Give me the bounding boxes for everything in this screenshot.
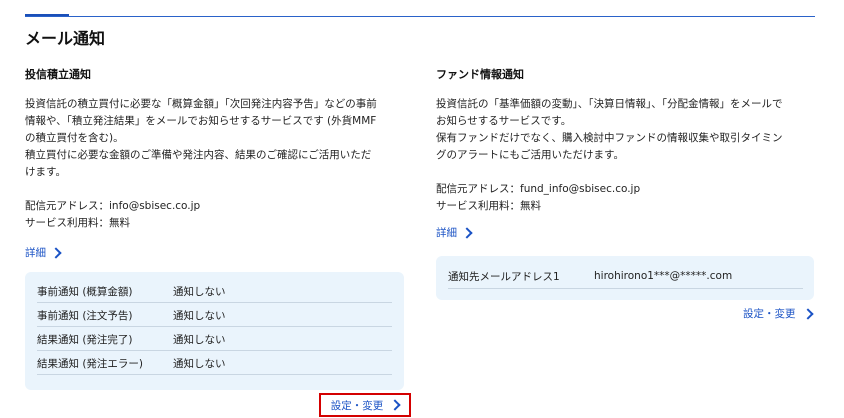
- settings-row: 事前通知 (注文予告) 通知しない: [37, 304, 392, 327]
- chevron-right-icon: [389, 399, 401, 411]
- section-description: 投資信託の積立買付に必要な「概算金額」「次回発注内容予告」などの事前 情報や、「…: [25, 96, 405, 181]
- settings-row: 結果通知 (発注完了) 通知しない: [37, 328, 392, 351]
- settings-row: 結果通知 (発注エラー) 通知しない: [37, 352, 392, 375]
- section-description: 投資信託の「基準価額の変動」、「決算日情報」、「分配金情報」をメールで お知らせ…: [436, 96, 816, 164]
- description-line: グのアラートにもご活用いただけます。: [436, 149, 624, 161]
- email-value: hirohirono1***@*****.com: [594, 270, 733, 282]
- description-line: お知らせするサービスです。: [436, 115, 572, 127]
- settings-row-label: 事前通知 (概算金額): [37, 285, 133, 298]
- sender-address: 配信元アドレス：info@sbisec.co.jp: [25, 200, 201, 212]
- detail-link-label: 詳細: [436, 227, 457, 239]
- email-label: 通知先メールアドレス1: [448, 270, 560, 283]
- section-title: 投信積立通知: [25, 68, 91, 81]
- settings-row-value: 通知しない: [173, 333, 226, 346]
- detail-link[interactable]: 詳細: [25, 245, 62, 260]
- settings-row-value: 通知しない: [173, 357, 226, 370]
- title-divider: [25, 16, 815, 17]
- chevron-right-icon: [50, 246, 62, 259]
- service-info: 配信元アドレス：info@sbisec.co.jp サービス利用料：無料: [25, 198, 405, 232]
- section-title: ファンド情報通知: [436, 68, 524, 81]
- chevron-right-icon: [461, 226, 473, 239]
- detail-link[interactable]: 詳細: [436, 225, 473, 240]
- notification-settings-panel: 事前通知 (概算金額) 通知しない 事前通知 (注文予告) 通知しない 結果通知…: [25, 272, 404, 390]
- fund-info-notice-section: ファンド情報通知 投資信託の「基準価額の変動」、「決算日情報」、「分配金情報」を…: [436, 66, 816, 240]
- page-title: メール通知: [25, 29, 106, 48]
- notification-email-panel: 通知先メールアドレス1 hirohirono1***@*****.com: [436, 256, 814, 300]
- description-line: の積立買付を含む)。: [25, 132, 124, 144]
- settings-row-label: 結果通知 (発注完了): [37, 333, 133, 346]
- settings-row-label: 結果通知 (発注エラー): [37, 357, 144, 370]
- description-line: 投資信託の「基準価額の変動」、「決算日情報」、「分配金情報」をメールで: [436, 98, 783, 110]
- description-line: けます。: [25, 166, 66, 178]
- accumulation-settings-change-button[interactable]: 設定・変更: [319, 393, 411, 417]
- settings-row-value: 通知しない: [173, 309, 226, 322]
- service-info: 配信元アドレス：fund_info@sbisec.co.jp サービス利用料：無…: [436, 181, 816, 215]
- fund-accumulation-notice-section: 投信積立通知 投資信託の積立買付に必要な「概算金額」「次回発注内容予告」などの事…: [25, 66, 405, 260]
- service-fee: サービス利用料：無料: [436, 200, 541, 212]
- settings-change-label: 設定・変更: [743, 308, 796, 320]
- sender-address: 配信元アドレス：fund_info@sbisec.co.jp: [436, 183, 641, 195]
- description-line: 保有ファンドだけでなく、購入検討中ファンドの情報収集や取引タイミン: [436, 132, 783, 144]
- description-line: 投資信託の積立買付に必要な「概算金額」「次回発注内容予告」などの事前: [25, 98, 377, 110]
- settings-row-value: 通知しない: [173, 285, 226, 298]
- service-fee: サービス利用料：無料: [25, 217, 130, 229]
- email-row: 通知先メールアドレス1 hirohirono1***@*****.com: [448, 264, 803, 289]
- settings-row-label: 事前通知 (注文予告): [37, 309, 133, 322]
- detail-link-label: 詳細: [25, 247, 46, 259]
- description-line: 情報や、「積立発注結果」をメールでお知らせするサービスです (外貨MMF: [25, 115, 377, 127]
- chevron-right-icon: [801, 307, 814, 320]
- fund-info-settings-change-button[interactable]: 設定・変更: [743, 306, 814, 321]
- settings-change-label: 設定・変更: [330, 399, 384, 412]
- description-line: 積立買付に必要な金額のご準備や発注内容、結果のご確認にご活用いただ: [25, 149, 372, 161]
- settings-row: 事前通知 (概算金額) 通知しない: [37, 280, 392, 303]
